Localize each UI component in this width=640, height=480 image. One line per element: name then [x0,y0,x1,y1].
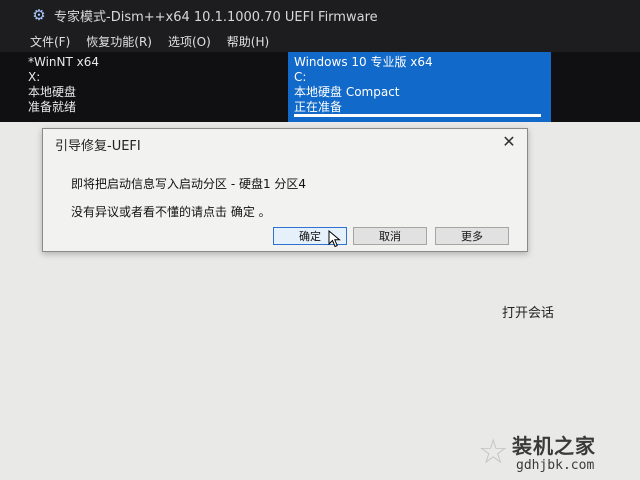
open-session-link[interactable]: 打开会话 [502,302,554,321]
menu-options[interactable]: 选项(O) [160,33,219,50]
session-progress-bar [294,114,541,117]
menu-recovery[interactable]: 恢复功能(R) [78,33,160,50]
boot-repair-dialog: 引导修复-UEFI ✕ 即将把启动信息写入启动分区 - 硬盘1 分区4 没有异议… [42,128,528,252]
mouse-cursor-icon [328,230,341,248]
session-item-winnt[interactable]: *WinNT x64 X: 本地硬盘 准备就绪 [28,52,283,122]
session-name: Windows 10 专业版 x64 [294,55,433,69]
session-progress-fill [294,114,541,117]
session-disk: 本地硬盘 [28,85,77,99]
session-name: *WinNT x64 [28,55,100,69]
star-icon: ☆ [478,432,509,472]
cancel-button[interactable]: 取消 [353,227,427,245]
watermark-title: 装机之家 [512,434,596,458]
menu-file[interactable]: 文件(F) [0,33,78,50]
session-list: *WinNT x64 X: 本地硬盘 准备就绪 Windows 10 专业版 x… [0,52,640,122]
session-disk: 本地硬盘 Compact [294,85,400,99]
gear-icon: ⚙ [32,6,46,24]
session-status: 准备就绪 [28,100,77,114]
more-button[interactable]: 更多 [435,227,509,245]
app-window: ⚙ 专家模式-Dism++x64 10.1.1000.70 UEFI Firmw… [0,0,640,480]
title-bar: ⚙ 专家模式-Dism++x64 10.1.1000.70 UEFI Firmw… [0,0,640,30]
menu-help[interactable]: 帮助(H) [219,33,277,50]
watermark-logo: ☆ 装机之家 gdhjbk.com [478,428,638,478]
session-status: 正在准备 [294,100,343,114]
dialog-title: 引导修复-UEFI [55,139,141,154]
close-icon[interactable]: ✕ [499,132,519,152]
dialog-message: 即将把启动信息写入启动分区 - 硬盘1 分区4 [71,177,307,191]
watermark-url: gdhjbk.com [516,458,595,473]
session-item-windows10[interactable]: Windows 10 专业版 x64 C: 本地硬盘 Compact 正在准备 [288,52,551,122]
session-drive: X: [28,70,41,84]
session-drive: C: [294,70,307,84]
dialog-hint: 没有异议或者看不懂的请点击 确定 。 [71,205,271,219]
menu-bar: 文件(F) 恢复功能(R) 选项(O) 帮助(H) [0,30,640,52]
window-title: 专家模式-Dism++x64 10.1.1000.70 UEFI Firmwar… [54,9,378,25]
